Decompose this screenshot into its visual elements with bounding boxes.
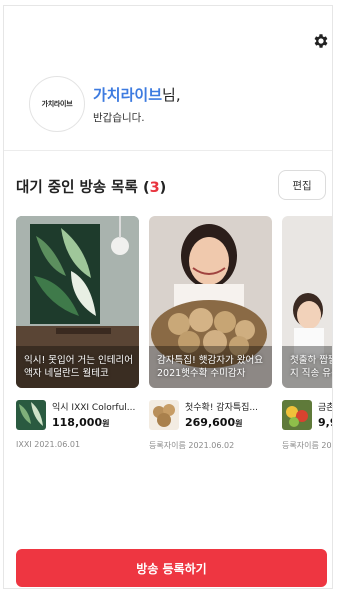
registrant: 등록자이름 bbox=[282, 441, 319, 450]
section-count: 3 bbox=[149, 180, 160, 196]
broadcast-date: 20 bbox=[321, 441, 332, 450]
product-price: 9,90 bbox=[318, 416, 332, 429]
app-screen: 가치라이브 가치라이브님, 반갑습니다. 대기 중인 방송 목록 (3) 편집 bbox=[3, 5, 333, 589]
profile-section: 가치라이브 가치라이브님, 반갑습니다. bbox=[29, 76, 181, 132]
user-name: 가치라이브 bbox=[93, 85, 163, 104]
broadcast-card[interactable]: 첫출하 짭짤 지 직송 유통 금촌 9,90 bbox=[282, 216, 333, 451]
section-count-paren-open: ( bbox=[142, 180, 150, 196]
broadcast-caption: 첫출하 짭짤 지 직송 유통 bbox=[290, 355, 333, 379]
product-image bbox=[16, 400, 46, 430]
product-info: 첫수확! 감자특집... 269,600원 bbox=[149, 400, 272, 430]
broadcast-card[interactable]: 감자특집! 햇감자가 왔어요 2021햇수확 수미감자 첫수확! 감자특집...… bbox=[149, 216, 272, 451]
avatar-logo-text: 가치라이브 bbox=[41, 100, 73, 108]
product-price: 118,000원 bbox=[52, 416, 110, 429]
broadcast-meta: 등록자이름 20 bbox=[282, 440, 332, 451]
registrant: 등록자이름 bbox=[149, 441, 186, 450]
greeting-text: 반갑습니다. bbox=[93, 111, 145, 124]
broadcast-meta: IXXI 2021.06.01 bbox=[16, 440, 139, 449]
section-count-paren-close: ) bbox=[159, 180, 167, 196]
divider bbox=[4, 150, 332, 151]
avatar: 가치라이브 bbox=[29, 76, 85, 132]
product-price: 269,600원 bbox=[185, 416, 243, 429]
broadcast-thumbnail[interactable]: 감자특집! 햇감자가 왔어요 2021햇수확 수미감자 bbox=[149, 216, 272, 388]
broadcast-caption: 감자특집! 햇감자가 왔어요 2021햇수확 수미감자 bbox=[157, 355, 263, 379]
broadcast-caption: 익시! 못입어 거는 인테리어 액자 네덜란드 월테코 bbox=[24, 355, 134, 379]
broadcast-meta: 등록자이름 2021.06.02 bbox=[149, 440, 272, 451]
product-name: 첫수확! 감자특집... bbox=[185, 403, 259, 413]
broadcast-date: 2021.06.02 bbox=[188, 441, 235, 450]
product-info: 익시 IXXI Colorful... 118,000원 bbox=[16, 400, 139, 430]
edit-button[interactable]: 편집 bbox=[278, 170, 326, 200]
user-name-suffix: 님, bbox=[162, 85, 181, 104]
broadcast-date: 2021.06.01 bbox=[34, 440, 81, 449]
product-info: 금촌 9,90 bbox=[282, 400, 333, 430]
broadcast-list[interactable]: 익시! 못입어 거는 인테리어 액자 네덜란드 월테코 익시 IXXI Colo… bbox=[16, 216, 333, 466]
register-broadcast-button[interactable]: 방송 등록하기 bbox=[16, 549, 327, 587]
broadcast-card[interactable]: 익시! 못입어 거는 인테리어 액자 네덜란드 월테코 익시 IXXI Colo… bbox=[16, 216, 139, 449]
product-name: 익시 IXXI Colorful... bbox=[52, 403, 136, 413]
gear-icon[interactable] bbox=[312, 32, 330, 50]
broadcast-thumbnail[interactable]: 익시! 못입어 거는 인테리어 액자 네덜란드 월테코 bbox=[16, 216, 139, 388]
product-name: 금촌 bbox=[318, 403, 333, 413]
registrant: IXXI bbox=[16, 440, 32, 449]
product-image bbox=[149, 400, 179, 430]
section-title-text: 대기 중인 방송 목록 bbox=[16, 180, 138, 196]
product-image bbox=[282, 400, 312, 430]
broadcast-thumbnail[interactable]: 첫출하 짭짤 지 직송 유통 bbox=[282, 216, 333, 388]
greeting: 가치라이브님, 반갑습니다. bbox=[93, 84, 181, 125]
section-title: 대기 중인 방송 목록 (3) bbox=[16, 176, 166, 197]
